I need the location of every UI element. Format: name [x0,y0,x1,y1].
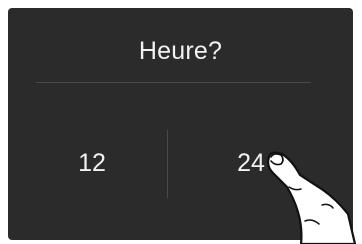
option-12-button[interactable]: 12 [42,148,142,178]
display-screen: Heure? 12 24 [8,8,353,240]
option-divider [167,130,168,198]
option-24-button[interactable]: 24 [201,148,301,178]
title-divider [36,82,311,83]
dialog-title: Heure? [138,37,223,65]
